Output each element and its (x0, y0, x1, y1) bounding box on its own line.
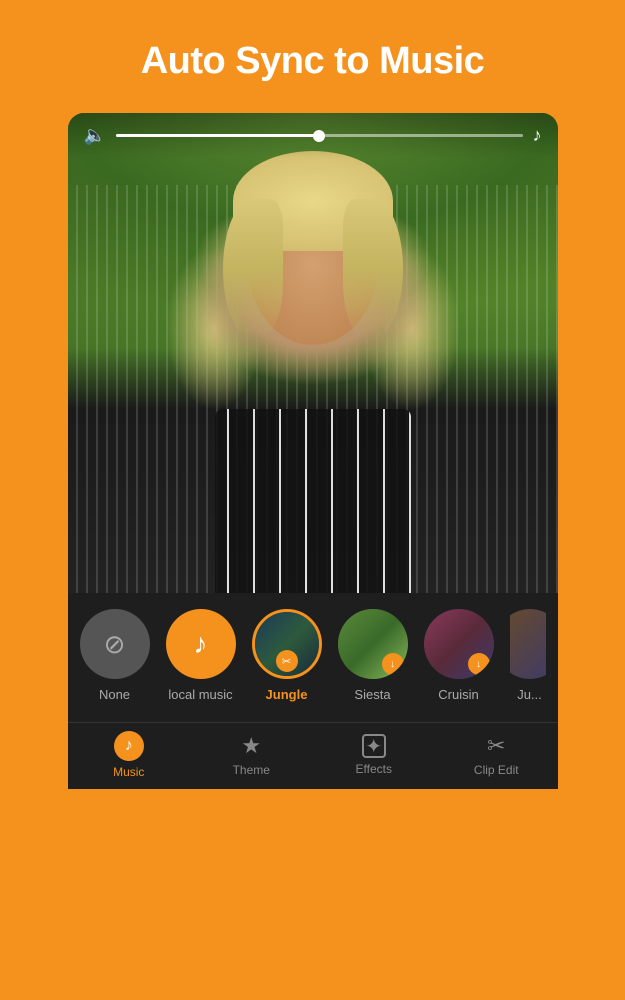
music-panel: ⊘ None ♪ local music ✂ (68, 593, 558, 722)
track-circle-cruisin: ↓ (424, 609, 494, 679)
none-icon: ⊘ (104, 629, 126, 660)
nav-music[interactable]: ♪ Music (68, 731, 191, 779)
nav-label-effects: Effects (356, 762, 392, 776)
download-badge-siesta: ↓ (382, 653, 404, 675)
music-nav-circle: ♪ (114, 731, 144, 761)
hair-left (223, 199, 283, 339)
track-cruisin[interactable]: ↓ Cruisin (424, 609, 494, 702)
nav-label-clip-edit: Clip Edit (474, 763, 519, 777)
track-circle-local: ♪ (166, 609, 236, 679)
progress-track[interactable] (116, 134, 523, 137)
theme-nav-icon: ★ (241, 733, 261, 759)
nav-theme[interactable]: ★ Theme (190, 733, 313, 777)
header: Auto Sync to Music (0, 0, 625, 113)
music-note-icon: ♪ (533, 125, 542, 146)
music-nav-icon-container: ♪ (114, 731, 144, 761)
playback-bar: 🔈 ♪ (68, 113, 558, 158)
scissors-badge: ✂ (276, 650, 298, 672)
effects-nav-icon: ✦ (362, 734, 386, 758)
track-label-none: None (99, 687, 130, 702)
download-badge-cruisin: ↓ (468, 653, 490, 675)
track-label-ju: Ju... (517, 687, 542, 702)
progress-thumb (313, 130, 325, 142)
hair-right (343, 199, 403, 339)
download-icon-siesta: ↓ (390, 659, 395, 670)
track-label-local: local music (168, 687, 232, 702)
progress-fill (116, 134, 319, 137)
track-label-cruisin: Cruisin (438, 687, 478, 702)
track-jungle[interactable]: ✂ Jungle (252, 609, 322, 702)
track-ju[interactable]: Ju... (510, 609, 546, 702)
clip-edit-nav-icon: ✂ (487, 733, 505, 759)
track-circle-jungle: ✂ (252, 609, 322, 679)
track-local[interactable]: ♪ local music (166, 609, 236, 702)
track-siesta[interactable]: ↓ Siesta (338, 609, 408, 702)
music-nav-icon: ♪ (125, 737, 133, 755)
track-none[interactable]: ⊘ None (80, 609, 150, 702)
track-circle-ju (510, 609, 546, 679)
video-preview: 🔈 ♪ (68, 113, 558, 593)
ju-image (510, 609, 546, 679)
track-circle-siesta: ↓ (338, 609, 408, 679)
nav-label-theme: Theme (233, 763, 270, 777)
page-title: Auto Sync to Music (20, 40, 605, 83)
nav-clip-edit[interactable]: ✂ Clip Edit (435, 733, 558, 777)
track-circle-none: ⊘ (80, 609, 150, 679)
music-tracks-list: ⊘ None ♪ local music ✂ (80, 609, 546, 710)
local-music-icon: ♪ (194, 628, 208, 660)
track-label-siesta: Siesta (354, 687, 390, 702)
nav-effects[interactable]: ✦ Effects (313, 734, 436, 776)
scene-background (68, 113, 558, 593)
track-label-jungle: Jungle (266, 687, 308, 702)
scissors-icon: ✂ (282, 655, 291, 668)
download-icon-cruisin: ↓ (476, 659, 481, 670)
nav-label-music: Music (113, 765, 144, 779)
volume-icon: 🔈 (84, 125, 106, 146)
bottom-nav: ♪ Music ★ Theme ✦ Effects ✂ Clip Edit (68, 722, 558, 789)
